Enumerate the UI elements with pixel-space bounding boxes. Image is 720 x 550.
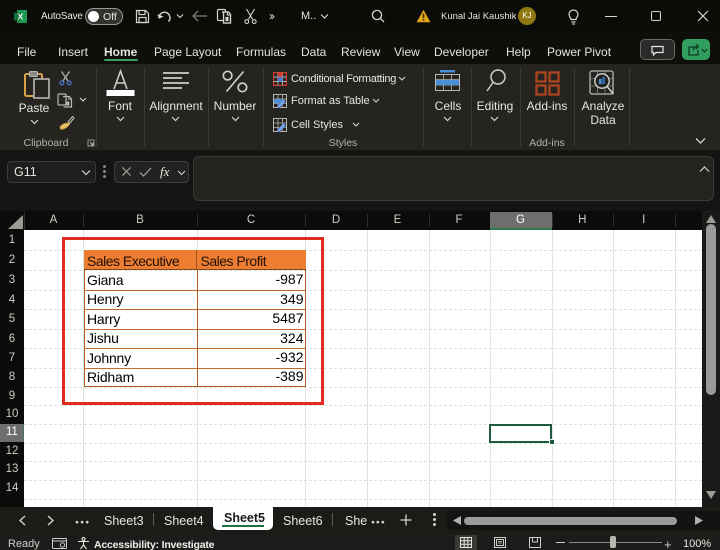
svg-text:X: X: [18, 12, 24, 22]
